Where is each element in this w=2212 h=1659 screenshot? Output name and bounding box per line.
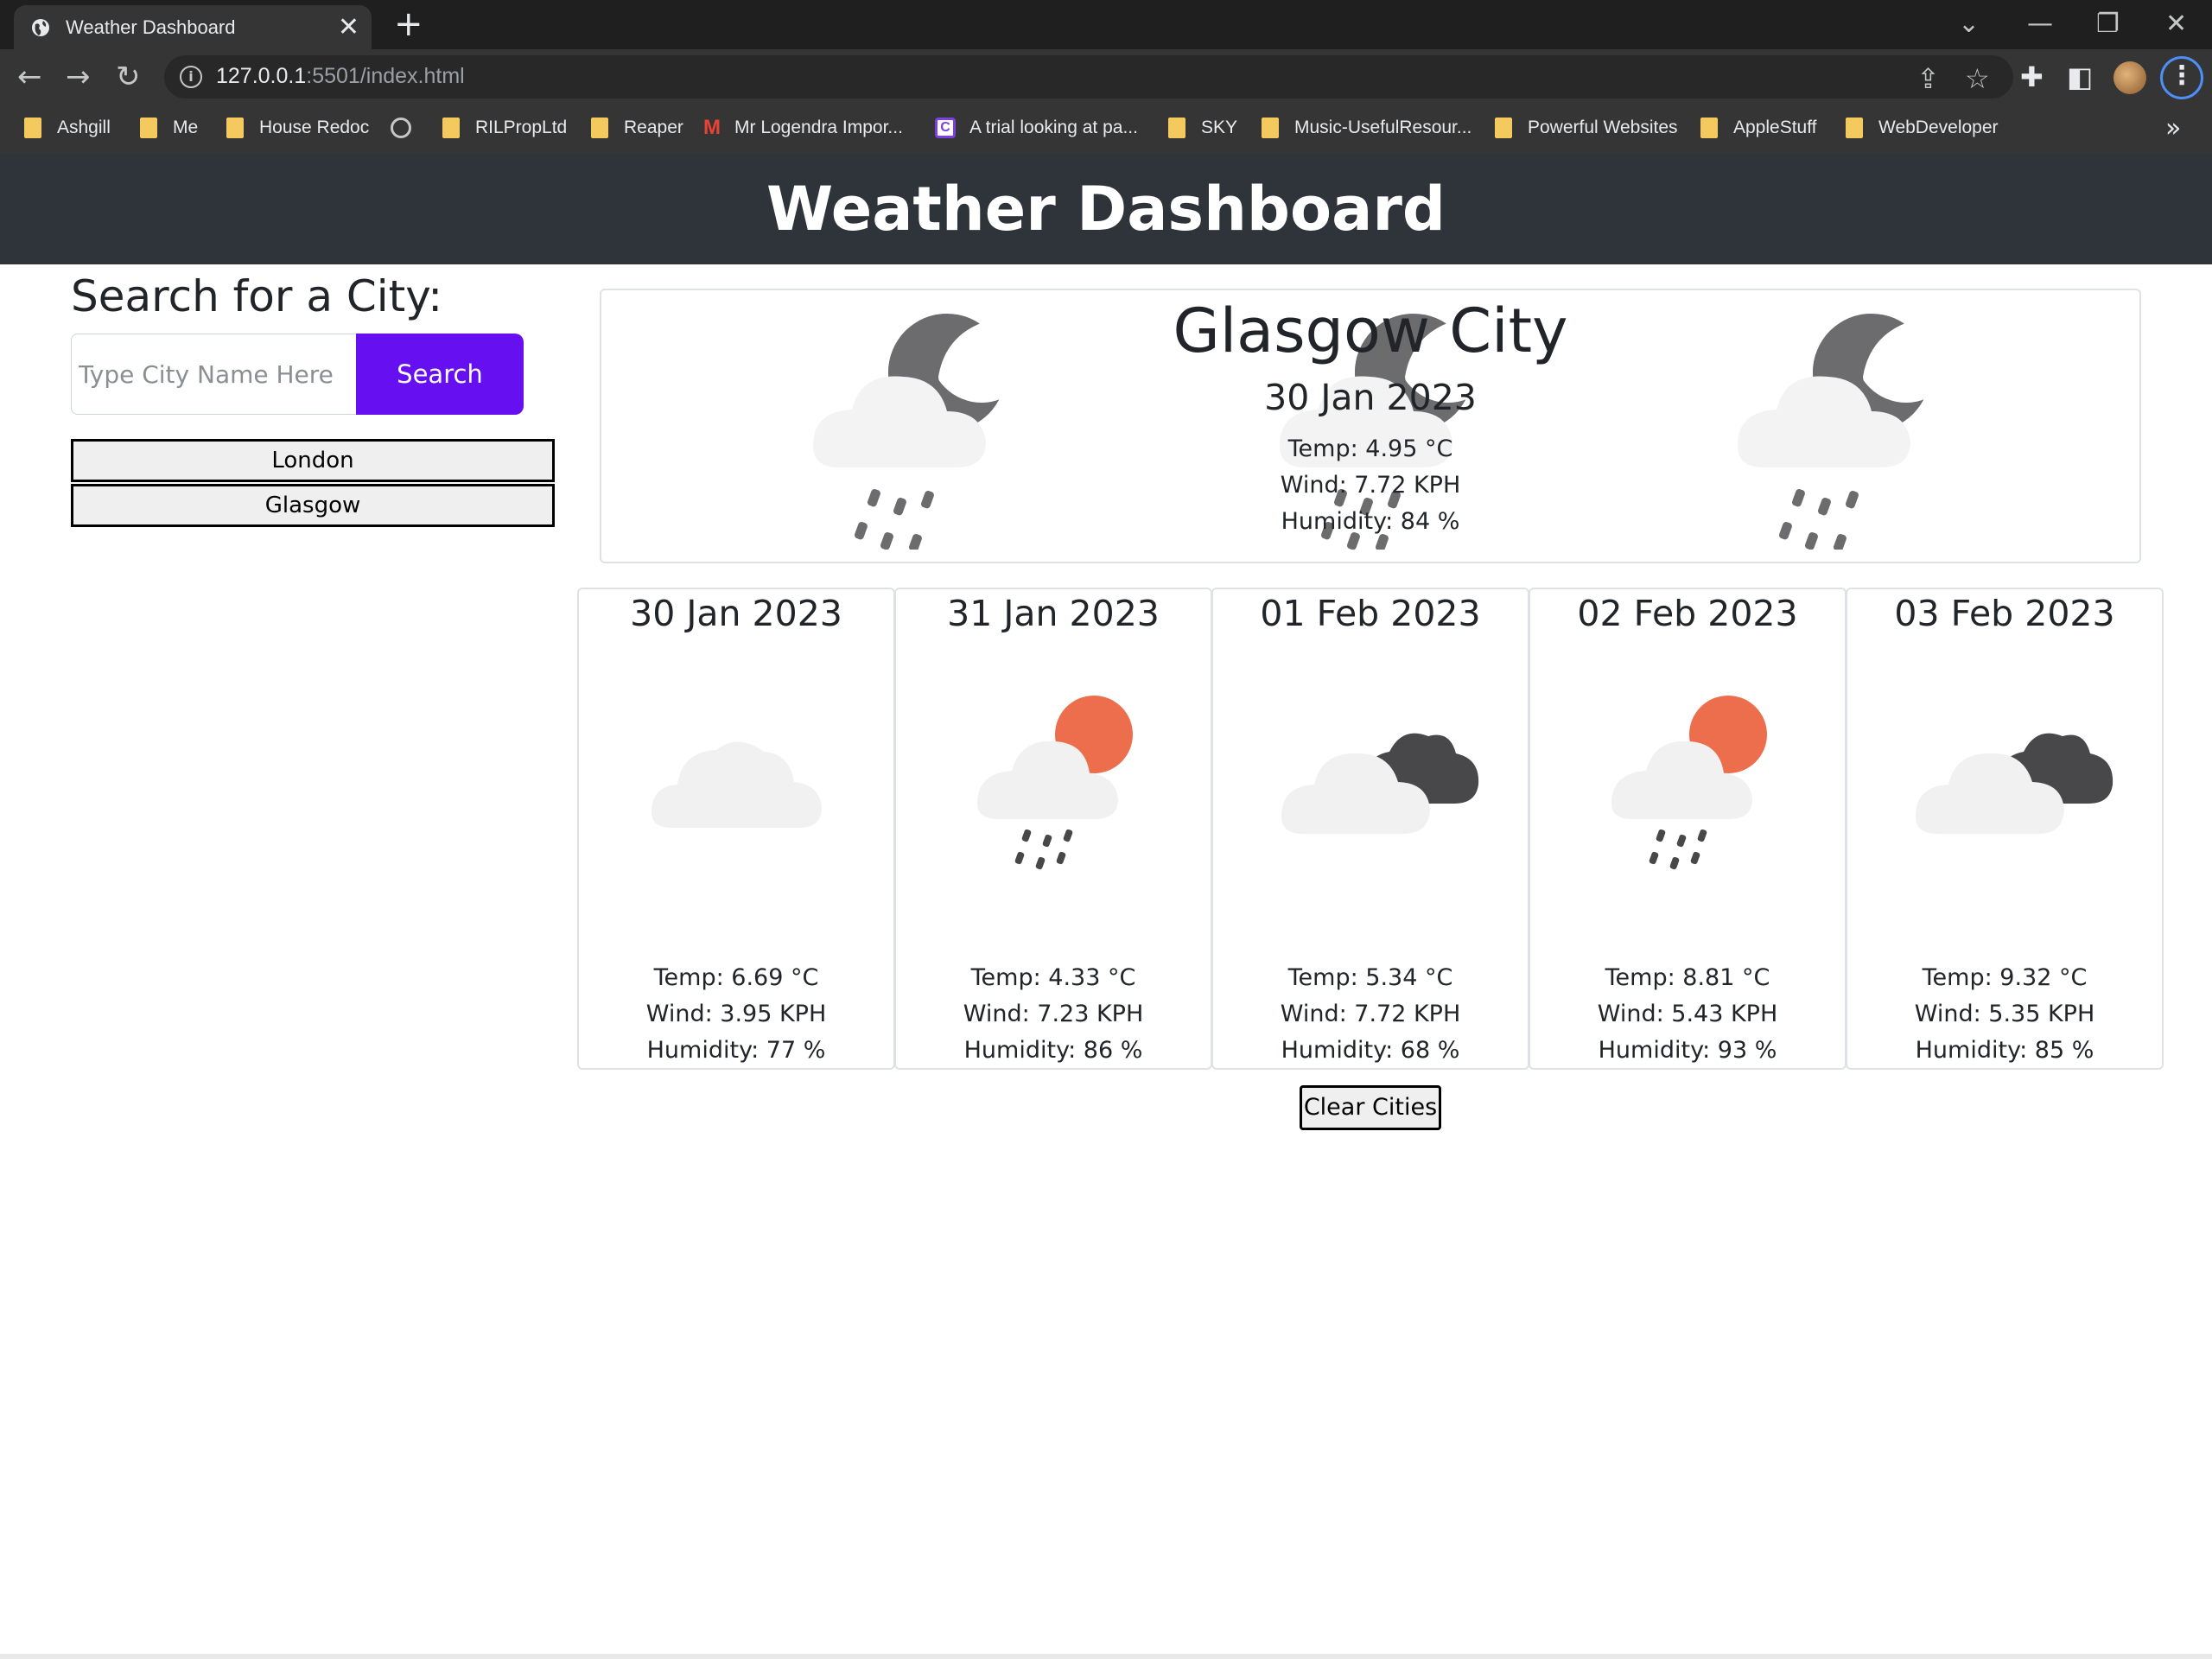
broken-clouds-icon (1264, 657, 1480, 873)
broken-clouds-icon (1898, 657, 2114, 873)
forecast-date: 30 Jan 2023 (630, 593, 842, 634)
current-wind: Wind: 7.72 KPH (1280, 472, 1461, 499)
forecast-wind: Wind: 7.23 KPH (963, 1001, 1144, 1027)
bookmark-item[interactable]: M Mr Logendra Impor... (703, 115, 903, 141)
forecast-temp: Temp: 5.34 °C (1287, 964, 1453, 991)
search-button[interactable]: Search (356, 334, 524, 415)
current-city-name: Glasgow City (1173, 296, 1568, 366)
close-window-icon[interactable]: ✕ (2165, 9, 2187, 39)
page-title: Weather Dashboard (766, 174, 1446, 245)
browser-tab-bar: Weather Dashboard ✕ + ⌄ — ❐ ✕ (0, 0, 2212, 49)
folder-icon (591, 118, 608, 138)
forecast-humidity: Humidity: 93 % (1598, 1037, 1777, 1064)
bookmark-item[interactable] (391, 115, 411, 141)
folder-icon (442, 118, 460, 138)
forecast-temp: Temp: 6.69 °C (653, 964, 819, 991)
reload-icon[interactable]: ↻ (116, 60, 141, 94)
folder-icon (1700, 118, 1718, 138)
bookmark-item[interactable]: House Redoc (226, 115, 369, 141)
history-city-button[interactable]: London (71, 439, 555, 482)
info-icon[interactable]: i (180, 66, 202, 88)
forecast-card: 31 Jan 2023 Temp: 4.33 °C Wind: 7.23 KPH… (894, 588, 1212, 1070)
forecast-date: 01 Feb 2023 (1260, 593, 1481, 634)
forecast-wind: Wind: 3.95 KPH (645, 1001, 827, 1027)
forecast-wind: Wind: 5.35 KPH (1914, 1001, 2095, 1027)
folder-icon (226, 118, 244, 138)
avatar[interactable] (2113, 61, 2146, 94)
tab-search-icon[interactable]: ⌄ (1958, 9, 1980, 39)
search-heading: Search for a City: (71, 271, 443, 321)
folder-icon (140, 118, 157, 138)
forecast-temp: Temp: 9.32 °C (1922, 964, 2088, 991)
gmail-icon: M (703, 116, 721, 139)
cloud-icon (630, 657, 846, 873)
rain-sun-icon (947, 657, 1163, 873)
forward-icon[interactable]: → (66, 60, 91, 94)
folder-icon (24, 118, 41, 138)
forecast-date: 02 Feb 2023 (1577, 593, 1798, 634)
globe-icon (391, 118, 411, 138)
back-icon[interactable]: ← (17, 60, 42, 94)
folder-icon (1495, 118, 1512, 138)
folder-icon (1262, 118, 1279, 138)
current-date: 30 Jan 2023 (1264, 377, 1477, 418)
url-host: 127.0.0.1 (216, 64, 307, 88)
bookmark-item[interactable]: Music-UsefulResour... (1262, 115, 1471, 141)
browser-tab[interactable]: Weather Dashboard ✕ (14, 5, 372, 49)
url-path: :5501/index.html (306, 64, 465, 88)
clear-cities-button[interactable]: Clear Cities (1300, 1085, 1441, 1130)
url-text: 127.0.0.1:5501/index.html (216, 64, 465, 89)
bottom-edge (0, 1654, 2212, 1659)
forecast-date: 31 Jan 2023 (947, 593, 1160, 634)
bookmark-star-icon[interactable]: ☆ (1965, 62, 1990, 95)
side-panel-icon[interactable]: ◧ (2067, 61, 2093, 92)
forecast-date: 03 Feb 2023 (1894, 593, 2115, 634)
forecast-wind: Wind: 7.72 KPH (1280, 1001, 1461, 1027)
site-icon: C (935, 118, 956, 138)
globe-icon (32, 19, 49, 36)
new-tab-button[interactable]: + (394, 5, 423, 43)
restore-icon[interactable]: ❐ (2096, 9, 2120, 39)
page-header: Weather Dashboard (0, 154, 2212, 264)
address-bar[interactable]: i 127.0.0.1:5501/index.html ⇪ ☆ (164, 55, 2013, 99)
tab-title: Weather Dashboard (66, 16, 236, 38)
bookmark-item[interactable]: Ashgill (24, 115, 111, 141)
history-city-button[interactable]: Glasgow (71, 484, 555, 527)
folder-icon (1168, 118, 1185, 138)
forecast-humidity: Humidity: 77 % (646, 1037, 826, 1064)
forecast-humidity: Humidity: 68 % (1281, 1037, 1460, 1064)
bookmark-item[interactable]: Powerful Websites (1495, 115, 1678, 141)
share-icon[interactable]: ⇪ (1916, 62, 1940, 95)
forecast-humidity: Humidity: 85 % (1915, 1037, 2094, 1064)
forecast-card: 02 Feb 2023 Temp: 8.81 °C Wind: 5.43 KPH… (1529, 588, 1847, 1070)
bookmark-item[interactable]: CA trial looking at pa... (935, 115, 1138, 141)
more-bookmarks-icon[interactable]: » (2165, 113, 2181, 143)
bookmark-item[interactable]: SKY (1168, 115, 1237, 141)
current-weather-card: Glasgow City 30 Jan 2023 Temp: 4.95 °C W… (600, 289, 2141, 563)
rain-sun-icon (1581, 657, 1797, 873)
forecast-card: 03 Feb 2023 Temp: 9.32 °C Wind: 5.35 KPH… (1846, 588, 2164, 1070)
current-humidity: Humidity: 84 % (1281, 508, 1460, 535)
bookmarks-bar: Ashgill Me House Redoc RILPropLtd Reaper… (0, 105, 2212, 154)
bookmark-item[interactable]: Me (140, 115, 198, 141)
current-temp: Temp: 4.95 °C (1287, 435, 1453, 462)
browser-toolbar: ← → ↻ i 127.0.0.1:5501/index.html ⇪ ☆ ✚ … (0, 49, 2212, 105)
folder-icon (1846, 118, 1863, 138)
forecast-humidity: Humidity: 86 % (963, 1037, 1143, 1064)
close-tab-icon[interactable]: ✕ (338, 12, 359, 42)
bookmark-item[interactable]: RILPropLtd (442, 115, 567, 141)
bookmark-item[interactable]: AppleStuff (1700, 115, 1817, 141)
forecast-wind: Wind: 5.43 KPH (1597, 1001, 1778, 1027)
bookmark-item[interactable]: WebDeveloper (1846, 115, 1999, 141)
extensions-icon[interactable]: ✚ (2020, 61, 2044, 92)
bookmark-item[interactable]: Reaper (591, 115, 683, 141)
city-search-input[interactable] (71, 334, 358, 415)
forecast-temp: Temp: 8.81 °C (1605, 964, 1770, 991)
forecast-card: 30 Jan 2023 Temp: 6.69 °C Wind: 3.95 KPH… (577, 588, 895, 1070)
forecast-temp: Temp: 4.33 °C (970, 964, 1136, 991)
forecast-card: 01 Feb 2023 Temp: 5.34 °C Wind: 7.72 KPH… (1211, 588, 1529, 1070)
menu-icon[interactable]: ⋮ (2160, 56, 2203, 99)
minimize-icon[interactable]: — (2027, 9, 2053, 39)
